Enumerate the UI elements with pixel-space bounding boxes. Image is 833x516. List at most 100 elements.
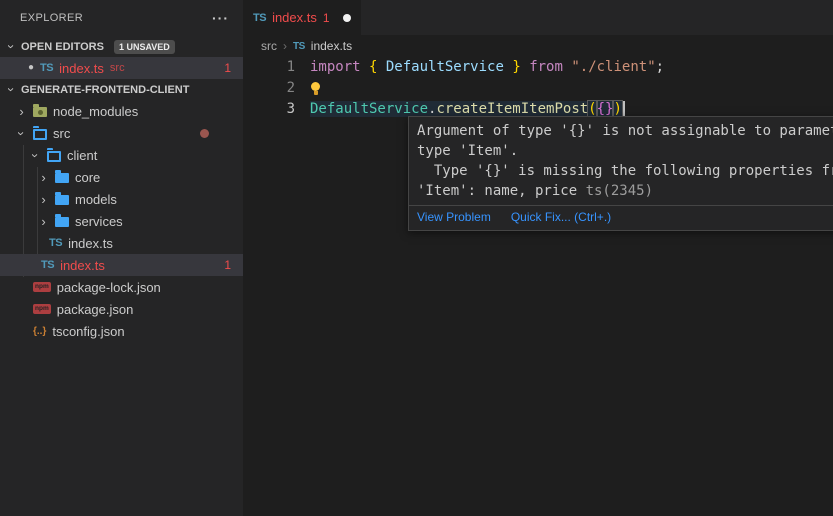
- tree-item-models[interactable]: › models: [0, 188, 243, 210]
- tree-item-label: client: [67, 148, 97, 163]
- chevron-right-icon: ›: [16, 105, 27, 118]
- modified-folder-dot: [200, 129, 209, 138]
- tree-item-label: index.ts: [68, 236, 113, 251]
- tree-item-src[interactable]: › src: [0, 122, 243, 144]
- tree-item-label: core: [75, 170, 100, 185]
- more-actions-icon[interactable]: ···: [212, 10, 229, 26]
- chevron-right-icon: ›: [38, 171, 49, 184]
- folder-icon: [55, 195, 69, 205]
- tree-item-label: package.json: [57, 302, 134, 317]
- error-token: {}: [597, 101, 614, 117]
- code-token: DefaultService: [386, 59, 504, 75]
- tree-item-label: package-lock.json: [57, 280, 161, 295]
- code-line-1: 1 import { DefaultService } from "./clie…: [243, 57, 833, 78]
- tree-item-services[interactable]: › services: [0, 210, 243, 232]
- tree-item-client-index-ts[interactable]: TS index.ts: [0, 232, 243, 254]
- sidebar-title: EXPLORER: [20, 12, 83, 24]
- typescript-file-icon: TS: [293, 41, 305, 52]
- sidebar-header: EXPLORER ···: [0, 0, 243, 36]
- workspace-label: GENERATE-FRONTEND-CLIENT: [21, 84, 189, 96]
- tree-item-package-json[interactable]: npm package.json: [0, 298, 243, 320]
- quick-fix-link[interactable]: Quick Fix... (Ctrl+.): [511, 210, 611, 224]
- breadcrumb-folder[interactable]: src: [261, 39, 277, 53]
- code-line-2: 2: [243, 78, 833, 99]
- error-message-line: type 'Item'.: [417, 141, 833, 161]
- chevron-down-icon: ›: [15, 128, 28, 139]
- line-number: 2: [243, 78, 295, 99]
- open-editor-item-index-ts[interactable]: ● TS index.ts src 1: [0, 57, 243, 79]
- open-editors-header[interactable]: › OPEN EDITORS 1 UNSAVED: [0, 36, 243, 57]
- editor-pane: TS index.ts 1 src › TS index.ts 1 import…: [243, 0, 833, 516]
- chevron-right-icon: ›: [38, 215, 49, 228]
- tree-item-core[interactable]: › core: [0, 166, 243, 188]
- tree-item-label: index.ts: [60, 258, 105, 273]
- error-message-line: 'Item': name, price ts(2345): [417, 181, 833, 201]
- breadcrumb: src › TS index.ts: [243, 35, 833, 57]
- code-editor[interactable]: 1 import { DefaultService } from "./clie…: [243, 57, 833, 120]
- chevron-right-icon: ›: [38, 193, 49, 206]
- error-message-line: Argument of type '{}' is not assignable …: [417, 121, 833, 141]
- folder-open-icon: [47, 151, 61, 162]
- code-token: }: [504, 59, 529, 75]
- tab-index-ts[interactable]: TS index.ts 1: [243, 0, 361, 35]
- error-message: Argument of type '{}' is not assignable …: [409, 117, 833, 205]
- hover-actions-bar: View Problem Quick Fix... (Ctrl+.): [409, 205, 833, 230]
- chevron-down-icon: ›: [29, 150, 42, 161]
- open-editor-folder: src: [110, 62, 125, 74]
- error-message-text: 'Item': name, price: [417, 183, 586, 199]
- error-message-line: Type '{}' is missing the following prope…: [417, 161, 833, 181]
- unsaved-dot-icon[interactable]: [343, 14, 351, 22]
- error-count-badge: 1: [224, 258, 231, 272]
- code-token: DefaultService: [310, 101, 428, 117]
- tree-item-label: models: [75, 192, 117, 207]
- tree-item-label: tsconfig.json: [52, 324, 124, 339]
- error-count-badge: 1: [224, 61, 231, 75]
- line-number: 3: [243, 99, 295, 120]
- breadcrumb-separator-icon: ›: [283, 39, 287, 53]
- open-editor-filename: index.ts: [59, 61, 104, 76]
- tree-item-node-modules[interactable]: › node_modules: [0, 100, 243, 122]
- tab-label: index.ts: [272, 10, 317, 25]
- chevron-down-icon: ›: [5, 84, 18, 95]
- view-problem-link[interactable]: View Problem: [417, 210, 491, 224]
- tree-item-client[interactable]: › client: [0, 144, 243, 166]
- modified-dot-icon: ●: [28, 63, 34, 73]
- code-token: ;: [656, 59, 664, 75]
- tab-error-count: 1: [323, 11, 330, 25]
- tree-item-package-lock-json[interactable]: npm package-lock.json: [0, 276, 243, 298]
- npm-icon: npm: [33, 304, 51, 315]
- tree-item-label: node_modules: [53, 104, 138, 119]
- tree-item-src-index-ts[interactable]: TS index.ts 1: [0, 254, 243, 276]
- breadcrumb-file[interactable]: index.ts: [311, 39, 352, 53]
- code-token: import: [310, 59, 361, 75]
- tree-item-label: services: [75, 214, 123, 229]
- code-token: (: [588, 101, 596, 117]
- vscode-window: EXPLORER ··· › OPEN EDITORS 1 UNSAVED ● …: [0, 0, 833, 516]
- code-token: {: [361, 59, 386, 75]
- typescript-file-icon: TS: [253, 12, 266, 24]
- tab-bar: TS index.ts 1: [243, 0, 833, 35]
- braces-icon: {..}: [33, 326, 46, 337]
- node-modules-folder-icon: [33, 107, 47, 117]
- chevron-down-icon: ›: [5, 41, 18, 52]
- workspace-header[interactable]: › GENERATE-FRONTEND-CLIENT: [0, 79, 243, 100]
- typescript-file-icon: TS: [41, 259, 54, 271]
- typescript-file-icon: TS: [49, 237, 62, 249]
- explorer-sidebar: EXPLORER ··· › OPEN EDITORS 1 UNSAVED ● …: [0, 0, 243, 516]
- error-hover-tooltip: Argument of type '{}' is not assignable …: [408, 116, 833, 231]
- code-token: ): [613, 101, 621, 117]
- folder-icon: [55, 217, 69, 227]
- npm-icon: npm: [33, 282, 51, 293]
- open-editors-label: OPEN EDITORS: [21, 41, 104, 53]
- folder-open-icon: [33, 129, 47, 140]
- lightbulb-icon[interactable]: [310, 82, 321, 95]
- typescript-file-icon: TS: [40, 62, 53, 74]
- tree-item-label: src: [53, 126, 70, 141]
- line-number: 1: [243, 57, 295, 78]
- error-code: ts(2345): [586, 183, 653, 199]
- tree-item-tsconfig-json[interactable]: {..} tsconfig.json: [0, 320, 243, 342]
- unsaved-badge: 1 UNSAVED: [114, 40, 175, 54]
- code-token: createItemItemPost: [436, 101, 588, 117]
- code-token: from: [529, 59, 563, 75]
- text-cursor: [623, 101, 625, 117]
